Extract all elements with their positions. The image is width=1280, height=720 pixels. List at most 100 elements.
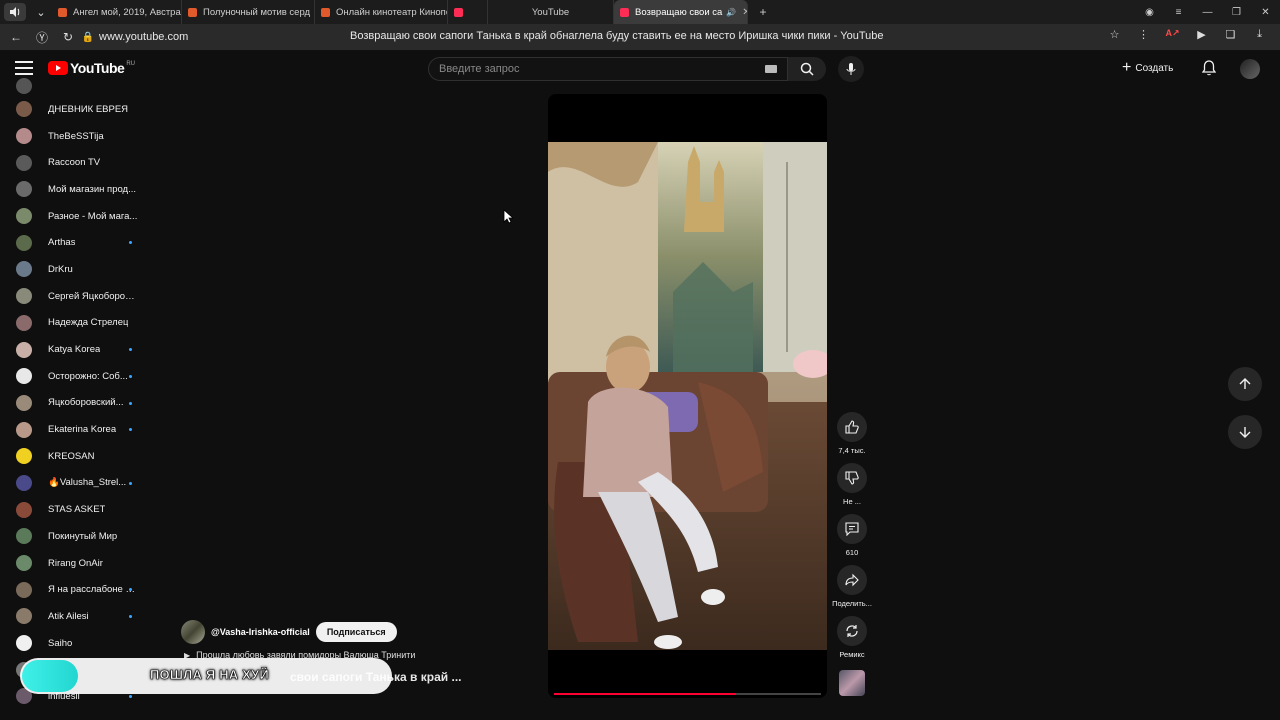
- search-icon: [800, 62, 814, 76]
- sidebar-channel-item[interactable]: Яцкоборовский...: [0, 390, 150, 417]
- sidebar-channel-item[interactable]: Мой магазин прод...: [0, 176, 150, 203]
- caption-accent-shape: [22, 660, 78, 692]
- sidebar-channel-item[interactable]: Katya Korea: [0, 336, 150, 363]
- new-content-dot: [129, 374, 132, 378]
- video-frame[interactable]: [548, 142, 827, 650]
- back-icon[interactable]: ←: [3, 30, 29, 44]
- sound-source-thumbnail[interactable]: [839, 670, 865, 696]
- video-progress-fill: [554, 693, 736, 695]
- sidebar-channel-item[interactable]: Осторожно: Соб...: [0, 363, 150, 390]
- voice-search-button[interactable]: [838, 56, 864, 82]
- shorts-video-player[interactable]: [548, 94, 827, 698]
- sidebar-channel-item[interactable]: DrKru: [0, 256, 150, 283]
- browser-tab-5[interactable]: YouTube: [488, 0, 614, 24]
- yandex-icon[interactable]: Ⓨ: [29, 29, 55, 46]
- new-content-dot: [129, 401, 132, 405]
- browser-tab-active[interactable]: Возвращаю свои са 🔊 ✕: [614, 0, 748, 24]
- sidebar-channel-item[interactable]: Надежда Стрелец: [0, 310, 150, 337]
- sidebar-channel-item[interactable]: STAS ASKET: [0, 496, 150, 523]
- like-button[interactable]: [837, 412, 867, 442]
- close-window-icon[interactable]: ✕: [1251, 7, 1280, 18]
- sidebar-channel-item[interactable]: Rirang OnAir: [0, 550, 150, 577]
- sidebar-channel-item[interactable]: TheBeSSTija: [0, 123, 150, 150]
- like-action: 7,4 тыс.: [832, 412, 872, 455]
- comments-button[interactable]: [837, 514, 867, 544]
- sidebar-channel-item[interactable]: Я на расслабоне З...: [0, 576, 150, 603]
- dislike-button[interactable]: [837, 463, 867, 493]
- new-tab-button[interactable]: +: [754, 3, 772, 21]
- download-icon[interactable]: ⤓: [1245, 28, 1274, 41]
- tab-audio-icon[interactable]: [4, 3, 26, 21]
- video-progress-bar[interactable]: [554, 693, 821, 695]
- sidebar-channel-item[interactable]: Сергей Яцкоборов...: [0, 283, 150, 310]
- search-input[interactable]: [429, 58, 749, 80]
- account-avatar[interactable]: [1240, 59, 1260, 79]
- bookmark-icon[interactable]: ☆: [1100, 28, 1129, 41]
- channel-avatar: [16, 234, 32, 251]
- reload-icon[interactable]: ↻: [55, 30, 81, 44]
- menu-icon[interactable]: ≡: [1164, 7, 1193, 18]
- channel-avatar: [16, 368, 32, 385]
- sidebar-channel-item[interactable]: Покинутый Мир: [0, 523, 150, 550]
- sidebar-channel-item[interactable]: Разное - Мой мага...: [0, 203, 150, 230]
- sidebar-channel-item[interactable]: Raccoon TV: [0, 149, 150, 176]
- keyboard-icon[interactable]: [765, 65, 777, 73]
- share-button[interactable]: [837, 565, 867, 595]
- create-button[interactable]: + Создать: [1122, 60, 1173, 76]
- sidebar-channel-label: STAS ASKET: [48, 504, 106, 516]
- restore-icon[interactable]: ❐: [1222, 7, 1251, 18]
- sidebar-channel-item[interactable]: Arthas: [0, 229, 150, 256]
- more-icon[interactable]: ⋮: [1129, 28, 1158, 41]
- sidebar-channel-item[interactable]: KREOSAN: [0, 443, 150, 470]
- tab-close-icon[interactable]: ✕: [742, 7, 747, 18]
- logo-region: RU: [126, 61, 135, 67]
- sidebar-channel-label: Katya Korea: [48, 344, 101, 356]
- subscribe-button[interactable]: Подписаться: [315, 622, 397, 642]
- remix-button[interactable]: [837, 616, 867, 646]
- arrow-down-icon: [1239, 427, 1251, 438]
- channel-avatar: [16, 154, 32, 171]
- sidebar-item-partial[interactable]: [0, 78, 150, 96]
- comments-action: 610: [832, 514, 872, 557]
- browser-tab-4[interactable]: [448, 0, 488, 24]
- channel-info: @Vasha-Irishka-official Подписаться: [181, 620, 397, 644]
- dislike-action: Не ...: [832, 463, 872, 506]
- collections-icon[interactable]: ❏: [1216, 28, 1245, 41]
- thumbs-up-icon: [845, 420, 859, 434]
- browser-tab-1[interactable]: Ангел мой, 2019, Австрал: [52, 0, 182, 24]
- channel-avatar: [16, 314, 32, 331]
- sidebar-channel-label: Мой магазин прод...: [48, 183, 137, 195]
- tab-label: Возвращаю свои са: [635, 6, 723, 18]
- sidebar-channel-item[interactable]: Saiho: [0, 630, 150, 657]
- youtube-logo[interactable]: YouTube RU: [48, 60, 135, 76]
- new-content-dot: [129, 695, 132, 699]
- sidebar-channel-item[interactable]: ДНЕВНИК ЕВРЕЯ: [0, 96, 150, 123]
- sidebar-channel-item[interactable]: 🔥Valusha_Strel...: [0, 470, 150, 497]
- menu-burger-icon[interactable]: [15, 61, 33, 75]
- profile-icon[interactable]: ◉: [1135, 7, 1164, 18]
- previous-short-button[interactable]: [1228, 367, 1262, 401]
- notifications-button[interactable]: [1201, 60, 1217, 81]
- channel-avatar: [16, 581, 32, 598]
- share-action: Поделить...: [832, 565, 872, 608]
- translate-icon[interactable]: A↗: [1158, 28, 1187, 41]
- search-box: [428, 57, 788, 81]
- next-short-button[interactable]: [1228, 415, 1262, 449]
- sidebar-channel-label: Осторожно: Соб...: [48, 370, 128, 382]
- browser-tab-2[interactable]: Полуночный мотив серд: [182, 0, 315, 24]
- search-button[interactable]: [788, 57, 826, 81]
- sidebar-channel-label: Ekaterina Korea: [48, 424, 117, 436]
- url-text[interactable]: www.youtube.com: [99, 31, 188, 43]
- video-icon[interactable]: ▶: [1187, 28, 1216, 41]
- minimize-icon[interactable]: —: [1193, 7, 1222, 18]
- sidebar-channel-item[interactable]: Atik Ailesi: [0, 603, 150, 630]
- sidebar-channel-item[interactable]: Ekaterina Korea: [0, 416, 150, 443]
- channel-handle[interactable]: @Vasha-Irishka-official: [211, 627, 310, 637]
- channel-avatar[interactable]: [181, 620, 205, 644]
- remix-icon: [846, 625, 858, 637]
- tab-list-chevron-icon[interactable]: ⌄: [30, 3, 52, 21]
- comment-count: 610: [845, 548, 859, 557]
- channel-avatar: [16, 501, 32, 518]
- browser-tab-3[interactable]: Онлайн кинотеатр Кинопо: [315, 0, 448, 24]
- youtube-play-icon: [48, 61, 68, 75]
